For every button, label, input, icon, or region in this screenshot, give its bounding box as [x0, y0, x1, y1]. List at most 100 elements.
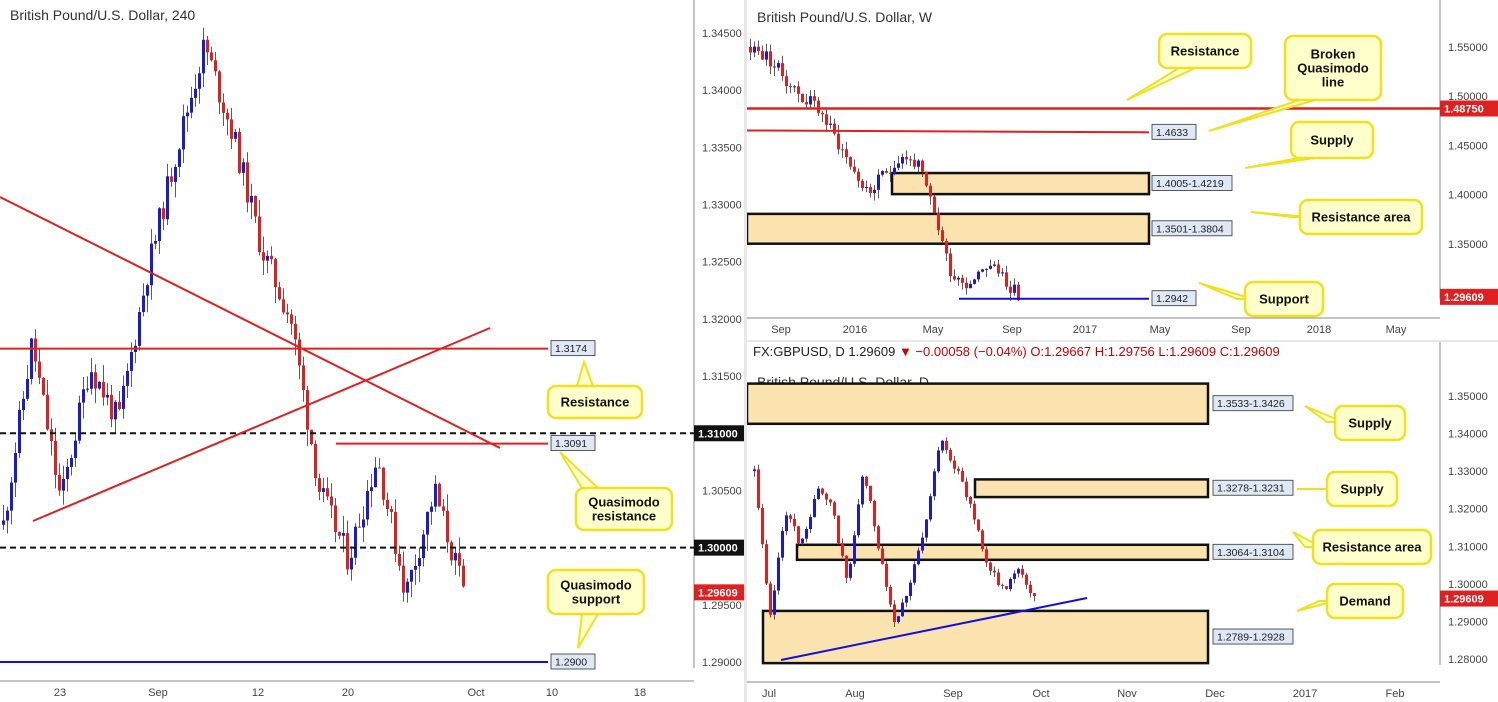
price-tick-label: 1.45000	[1448, 140, 1488, 152]
callout-label: Quasimodo	[560, 578, 632, 593]
h4-candle	[282, 299, 285, 313]
h4-candle	[374, 467, 377, 488]
weekly-candle	[761, 51, 764, 60]
level-tag: 1.3174	[555, 343, 587, 355]
weekly-candle	[985, 268, 988, 270]
daily-candle	[1025, 574, 1028, 585]
daily-candle	[953, 460, 956, 469]
h4-candle	[22, 398, 25, 410]
weekly-candle	[833, 123, 836, 134]
h4-candle	[298, 339, 301, 366]
callout-label: Supply	[1348, 416, 1392, 431]
chart-workspace: British Pound/U.S. Dollar, 240 1.34500 1.3…	[0, 0, 1498, 702]
h4-candle	[338, 532, 341, 536]
date-tick-label: 10	[546, 687, 558, 699]
ohlc-header: FX:GBPUSD, D 1.29609 ▼ −0.00058 (−0.04%)…	[753, 344, 1280, 359]
date-tick-label: Nov	[1117, 688, 1137, 700]
weekly-candle	[805, 102, 808, 105]
price-tick-label: 1.30500	[702, 485, 742, 497]
price-tick-label: 1.32000	[702, 314, 742, 326]
callout-label: support	[572, 592, 621, 607]
daily-candle	[925, 519, 928, 538]
h4-candle	[42, 377, 45, 395]
daily-candle	[977, 519, 980, 531]
daily-candle	[761, 507, 764, 545]
callout-label: Quasimodo	[1297, 61, 1369, 76]
weekly-chart[interactable]: British Pound/U.S. Dollar, W1.550001.500…	[747, 0, 1498, 340]
weekly-candle	[981, 269, 984, 272]
daily-candle	[841, 543, 844, 556]
daily-candle	[857, 504, 860, 536]
h4-candle	[406, 581, 409, 593]
weekly-candle	[889, 172, 892, 174]
weekly-candle	[941, 230, 944, 242]
callout-label: Supply	[1310, 133, 1354, 148]
daily-candle	[937, 450, 940, 472]
daily-candle	[949, 449, 952, 461]
h4-chart-panel[interactable]: British Pound/U.S. Dollar, 240 1.34500 1.3…	[0, 0, 744, 702]
daily-candle	[797, 526, 800, 544]
callout-label: Support	[1259, 292, 1309, 307]
date-tick-label: May	[923, 324, 944, 336]
callout-label: Broken	[1311, 47, 1356, 62]
weekly-chart-panel[interactable]: British Pound/U.S. Dollar, W 1.55000 1.500…	[747, 0, 1498, 340]
daily-candle	[845, 555, 848, 578]
weekly-candle	[969, 283, 972, 289]
h4-candle	[370, 487, 373, 492]
weekly-candle	[861, 180, 864, 188]
h4-candle	[210, 52, 213, 61]
date-tick-label: Sep	[148, 687, 168, 699]
h4-candle	[410, 569, 413, 582]
h4-chart[interactable]: British Pound/U.S. Dollar, 240 1.34500 1.3…	[0, 0, 744, 702]
daily-candle	[821, 488, 824, 494]
price-tick-label: 1.31500	[702, 371, 742, 383]
h4-candle	[438, 483, 441, 507]
date-tick-label: 23	[54, 687, 66, 699]
daily-candle	[853, 535, 856, 564]
date-tick-label: May	[1386, 324, 1407, 336]
daily-candle	[773, 590, 776, 615]
weekly-candle	[749, 47, 752, 53]
h4-candle	[462, 565, 465, 587]
date-tick-label: 2018	[1307, 324, 1331, 336]
h4-candle	[38, 361, 41, 378]
h4-candle	[426, 511, 429, 535]
price-tag: 1.48750	[1444, 104, 1484, 116]
h4-candle	[230, 119, 233, 139]
daily-chart[interactable]: FX:GBPUSD, D 1.29609 ▼ −0.00058 (−0.04%)…	[747, 342, 1498, 702]
weekly-candle	[777, 63, 780, 68]
h4-candle	[106, 394, 109, 398]
daily-candle	[861, 476, 864, 505]
weekly-candle	[933, 196, 936, 213]
daily-chart-panel[interactable]: FX:GBPUSD, D 1.29609 ▼ −0.00058 (−0.04%)…	[747, 342, 1498, 702]
h4-candle	[206, 39, 209, 53]
h4-candle	[126, 370, 129, 386]
weekly-candle	[977, 271, 980, 280]
h4-candle	[246, 162, 249, 203]
h4-candle	[442, 506, 445, 511]
h4-candle	[270, 255, 273, 260]
daily-candle	[997, 572, 1000, 586]
h4-candle	[130, 352, 133, 371]
date-tick-label: Sep	[1231, 324, 1251, 336]
h4-candle	[214, 60, 217, 72]
price-tick-label: 1.32500	[702, 257, 742, 269]
h4-candle	[262, 252, 265, 261]
h4-candle	[450, 542, 453, 561]
weekly-candle	[893, 167, 896, 174]
daily-candle	[801, 538, 804, 544]
weekly-candle	[885, 171, 888, 173]
h4-candle	[114, 401, 117, 420]
daily-candle	[833, 502, 836, 516]
h4-candle	[58, 474, 61, 491]
h4-candle	[26, 378, 29, 399]
price-tag: 1.29609	[698, 587, 738, 599]
price-tick-label: 1.31000	[1448, 541, 1488, 553]
weekly-candle	[757, 46, 760, 52]
daily-candle	[809, 517, 812, 530]
h4-candle	[110, 394, 113, 420]
weekly-candle	[821, 112, 824, 115]
weekly-candle	[901, 156, 904, 164]
price-tick-label: 1.33500	[702, 142, 742, 154]
zone-tag: 1.3501-1.3804	[1156, 223, 1224, 235]
